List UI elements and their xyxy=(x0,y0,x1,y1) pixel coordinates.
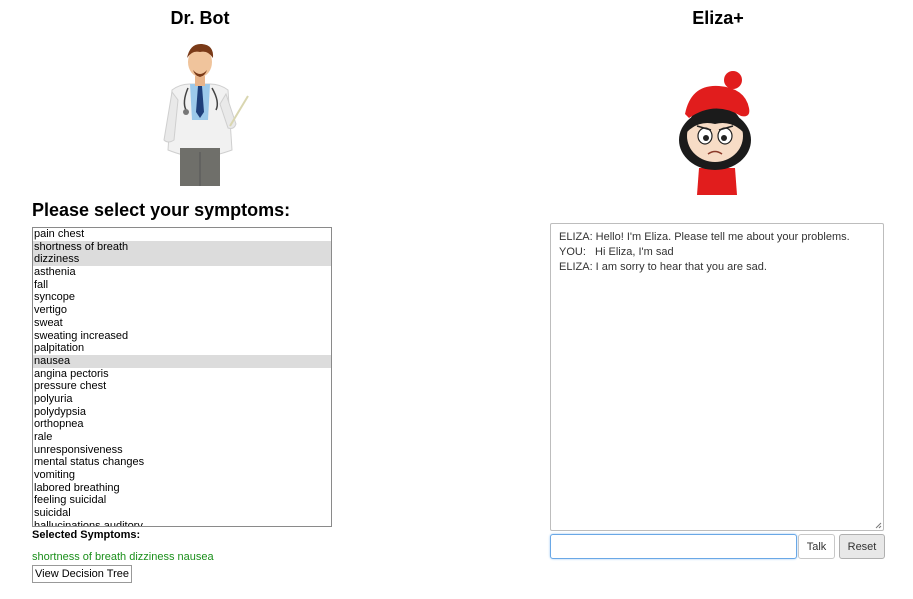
symptom-option[interactable]: pressure chest xyxy=(33,380,331,393)
eliza-title: Eliza+ xyxy=(692,8,744,28)
symptom-option[interactable]: hallucinations auditory xyxy=(33,520,331,526)
drbot-title: Dr. Bot xyxy=(170,8,230,28)
symptom-option[interactable]: asthenia xyxy=(33,266,331,279)
symptom-option[interactable]: nausea xyxy=(33,354,331,368)
symptom-option[interactable]: polydypsia xyxy=(33,406,331,419)
eliza-avatar xyxy=(679,71,751,195)
talk-button[interactable]: Talk xyxy=(798,534,835,559)
symptom-option[interactable]: shortness of breath xyxy=(33,240,331,254)
symptom-option[interactable]: suicidal xyxy=(33,507,331,520)
view-decision-tree-button[interactable]: View Decision Tree xyxy=(32,565,132,583)
symptom-option[interactable]: fall xyxy=(33,279,331,292)
symptom-option[interactable]: mental status changes xyxy=(33,456,331,469)
chat-message: YOU: Hi Eliza, I'm sad xyxy=(559,246,674,258)
chat-input[interactable] xyxy=(550,534,797,559)
symptom-option[interactable]: syncope xyxy=(33,291,331,304)
selected-symptoms-text: shortness of breath dizziness nausea xyxy=(32,551,214,563)
resize-handle-icon[interactable] xyxy=(875,522,882,529)
symptoms-heading: Please select your symptoms: xyxy=(32,200,291,220)
symptom-listbox[interactable]: pain chest shortness of breath dizziness as… xyxy=(32,227,332,527)
symptom-option[interactable]: vertigo xyxy=(33,304,331,317)
symptom-option[interactable]: feeling suicidal xyxy=(33,494,331,507)
symptom-option[interactable]: sweat xyxy=(33,317,331,330)
symptom-option[interactable]: rale xyxy=(33,431,331,444)
symptom-option[interactable]: angina pectoris xyxy=(33,368,331,381)
symptom-option[interactable]: sweating increased xyxy=(33,330,331,343)
selected-symptoms-label: Selected Symptoms: xyxy=(32,529,141,541)
symptom-option[interactable]: labored breathing xyxy=(33,482,331,495)
chat-message: ELIZA: I am sorry to hear that you are s… xyxy=(559,261,767,273)
doctor-avatar xyxy=(163,43,249,186)
symptom-option[interactable]: orthopnea xyxy=(33,418,331,431)
symptom-option[interactable]: dizziness xyxy=(33,253,331,267)
eliza-chat-log[interactable]: ELIZA: Hello! I'm Eliza. Please tell me … xyxy=(550,223,884,531)
symptom-option[interactable]: polyuria xyxy=(33,393,331,406)
reset-button[interactable]: Reset xyxy=(839,534,885,559)
symptom-option[interactable]: vomiting xyxy=(33,469,331,482)
symptom-option[interactable]: pain chest xyxy=(33,228,331,241)
symptom-option[interactable]: unresponsiveness xyxy=(33,444,331,457)
symptom-option[interactable]: palpitation xyxy=(33,342,331,355)
chat-message: ELIZA: Hello! I'm Eliza. Please tell me … xyxy=(559,231,850,243)
